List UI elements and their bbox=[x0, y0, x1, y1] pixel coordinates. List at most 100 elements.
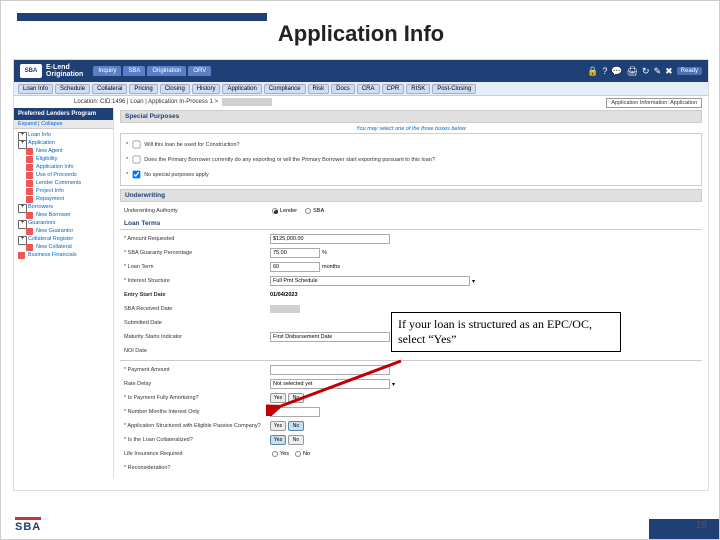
input-months-io[interactable] bbox=[270, 407, 320, 417]
sidebar-item[interactable]: Borrowers bbox=[16, 203, 111, 211]
checkbox-construction[interactable] bbox=[132, 141, 140, 149]
sidebar-item[interactable]: Application bbox=[16, 139, 111, 147]
sidebar-tree: Loan InfoApplicationNew AgentEligibility… bbox=[14, 129, 113, 261]
select-delay[interactable]: Not selected yet bbox=[270, 379, 390, 389]
nav-tab[interactable]: RISK bbox=[406, 84, 430, 94]
exit-icon[interactable]: ✖ bbox=[665, 66, 673, 77]
footer-sba-logo: SBA bbox=[15, 517, 41, 533]
chat-icon[interactable]: 💬 bbox=[611, 66, 622, 77]
btn-epc-no[interactable]: No bbox=[288, 421, 304, 431]
divider bbox=[120, 360, 702, 361]
input-term[interactable]: 60 bbox=[270, 262, 320, 272]
sidebar-item[interactable]: Project Info bbox=[16, 187, 111, 195]
chevron-down-icon[interactable]: ▾ bbox=[392, 381, 395, 388]
btn-epc-yes[interactable]: Yes bbox=[270, 421, 286, 431]
slide-title: Application Info bbox=[1, 21, 720, 47]
sidebar-item[interactable]: Collateral Register bbox=[16, 235, 111, 243]
sidebar-item[interactable]: Eligibility bbox=[16, 155, 111, 163]
radio-life-no[interactable] bbox=[295, 451, 301, 457]
label-collat: * Is the Loan Collateralized? bbox=[120, 437, 270, 443]
top-tab[interactable]: SBA bbox=[123, 66, 145, 76]
sidebar-item[interactable]: Lender Comments bbox=[16, 179, 111, 187]
decorative-top-border bbox=[17, 13, 267, 21]
page-number: 18 bbox=[696, 520, 707, 531]
nav-tab[interactable]: Application bbox=[222, 84, 261, 94]
status-badge: Ready bbox=[677, 67, 702, 75]
nav-tab[interactable]: Loan Info bbox=[18, 84, 53, 94]
label-submitted: Submitted Date bbox=[120, 320, 270, 326]
sba-logo: SBA bbox=[20, 64, 42, 78]
sidebar-item[interactable]: New Agent bbox=[16, 147, 111, 155]
footer-links[interactable]: * Privacy & We * Regulations * Informati… bbox=[120, 475, 702, 478]
top-tabs: Inquiry SBA Origination ORV bbox=[93, 66, 211, 76]
help-icon[interactable]: ? bbox=[602, 66, 607, 76]
checkbox-nospecial[interactable] bbox=[132, 171, 140, 179]
nav-tab[interactable]: Collateral bbox=[92, 84, 127, 94]
input-amount[interactable]: $125,000.00 bbox=[270, 234, 390, 244]
q-exporting[interactable]: * Does the Primary Borrower currently do… bbox=[126, 152, 696, 167]
sidebar-expand-collapse[interactable]: Expand | Collapse bbox=[14, 120, 113, 129]
nav-tab[interactable]: Compliance bbox=[264, 84, 306, 94]
sidebar: Preferred Lenders Program Expand | Colla… bbox=[14, 108, 114, 478]
nav-tab[interactable]: Docs bbox=[331, 84, 355, 94]
input-payment[interactable] bbox=[270, 365, 390, 375]
breadcrumb: Location: CID:1496 | Loan | Application … bbox=[14, 96, 708, 108]
main-area: Preferred Lenders Program Expand | Colla… bbox=[14, 108, 708, 478]
nav-tab[interactable]: Risk bbox=[308, 84, 330, 94]
sidebar-item[interactable]: New Borrower bbox=[16, 211, 111, 219]
special-purposes-box: * Will this loan be used for Constructio… bbox=[120, 133, 702, 186]
label-life: Life Insurance Required bbox=[120, 451, 270, 457]
content-panel: Special Purposes You may select one of t… bbox=[114, 108, 708, 478]
btn-collat-no[interactable]: No bbox=[288, 435, 304, 445]
radio-lender[interactable] bbox=[272, 208, 278, 214]
breadcrumb-context-box: Application Information: Application bbox=[606, 98, 702, 108]
brand-text: E-Lend Origination bbox=[46, 64, 83, 78]
hint-text: You may select one of the three boxes be… bbox=[120, 125, 702, 133]
top-icon-bar: 🔒 ? 💬 🖨 ↻ ✎ ✖ Ready bbox=[587, 66, 702, 77]
nav-tab[interactable]: Schedule bbox=[55, 84, 90, 94]
btn-collat-yes[interactable]: Yes bbox=[270, 435, 286, 445]
nav-tab[interactable]: Pricing bbox=[129, 84, 157, 94]
section-underwriting: Underwriting bbox=[120, 189, 702, 202]
label-delay: Rate Delay bbox=[120, 381, 270, 387]
value-entry-date: 01/04/2023 bbox=[270, 292, 298, 298]
nav-tab[interactable]: CRA bbox=[357, 84, 380, 94]
section-special-purposes: Special Purposes bbox=[120, 110, 702, 123]
input-guaranty[interactable]: 75.00 bbox=[270, 248, 320, 258]
sidebar-item[interactable]: New Collateral bbox=[16, 243, 111, 251]
q-construction[interactable]: * Will this loan be used for Constructio… bbox=[126, 137, 696, 152]
nav-tab[interactable]: CPR bbox=[382, 84, 405, 94]
print-icon[interactable]: 🖨 bbox=[627, 66, 638, 77]
label-term: * Loan Term bbox=[120, 264, 270, 270]
label-noi: NOI Date bbox=[120, 348, 270, 354]
radio-life-yes[interactable] bbox=[272, 451, 278, 457]
top-tab[interactable]: ORV bbox=[188, 66, 211, 76]
top-tab[interactable]: Inquiry bbox=[93, 66, 121, 76]
sidebar-item[interactable]: Loan Info bbox=[16, 131, 111, 139]
app-topbar: SBA E-Lend Origination Inquiry SBA Origi… bbox=[14, 60, 708, 82]
radio-sba[interactable] bbox=[305, 208, 311, 214]
refresh-icon[interactable]: ↻ bbox=[642, 66, 650, 77]
top-tab[interactable]: Origination bbox=[147, 66, 186, 76]
btn-no[interactable]: No bbox=[288, 393, 304, 403]
checkbox-exporting[interactable] bbox=[132, 156, 140, 164]
btn-yes[interactable]: Yes bbox=[270, 393, 286, 403]
new-icon[interactable]: ✎ bbox=[654, 66, 662, 77]
lock-icon[interactable]: 🔒 bbox=[587, 66, 598, 77]
select-maturity[interactable]: First Disbursement Date bbox=[270, 332, 390, 342]
sidebar-item[interactable]: Repayment bbox=[16, 195, 111, 203]
nav-tab[interactable]: History bbox=[192, 84, 221, 94]
sidebar-item[interactable]: Use of Proceeds bbox=[16, 171, 111, 179]
nav-tab[interactable]: Post-Closing bbox=[432, 84, 476, 94]
breadcrumb-gray-block bbox=[222, 98, 272, 106]
sidebar-item[interactable]: Guarantors bbox=[16, 219, 111, 227]
select-structure[interactable]: Full Pmt Schedule bbox=[270, 276, 470, 286]
label-entry-date: Entry Start Date bbox=[120, 292, 270, 298]
sidebar-item[interactable]: Business Financials bbox=[16, 251, 111, 259]
chevron-down-icon[interactable]: ▾ bbox=[472, 278, 475, 285]
q-nospecial[interactable]: * No special purposes apply bbox=[126, 167, 696, 182]
nav-tab[interactable]: Closing bbox=[160, 84, 190, 94]
sidebar-item[interactable]: Application Info bbox=[16, 163, 111, 171]
label-sba-recv: SBA Received Date bbox=[120, 306, 270, 312]
sidebar-item[interactable]: New Guarantor bbox=[16, 227, 111, 235]
